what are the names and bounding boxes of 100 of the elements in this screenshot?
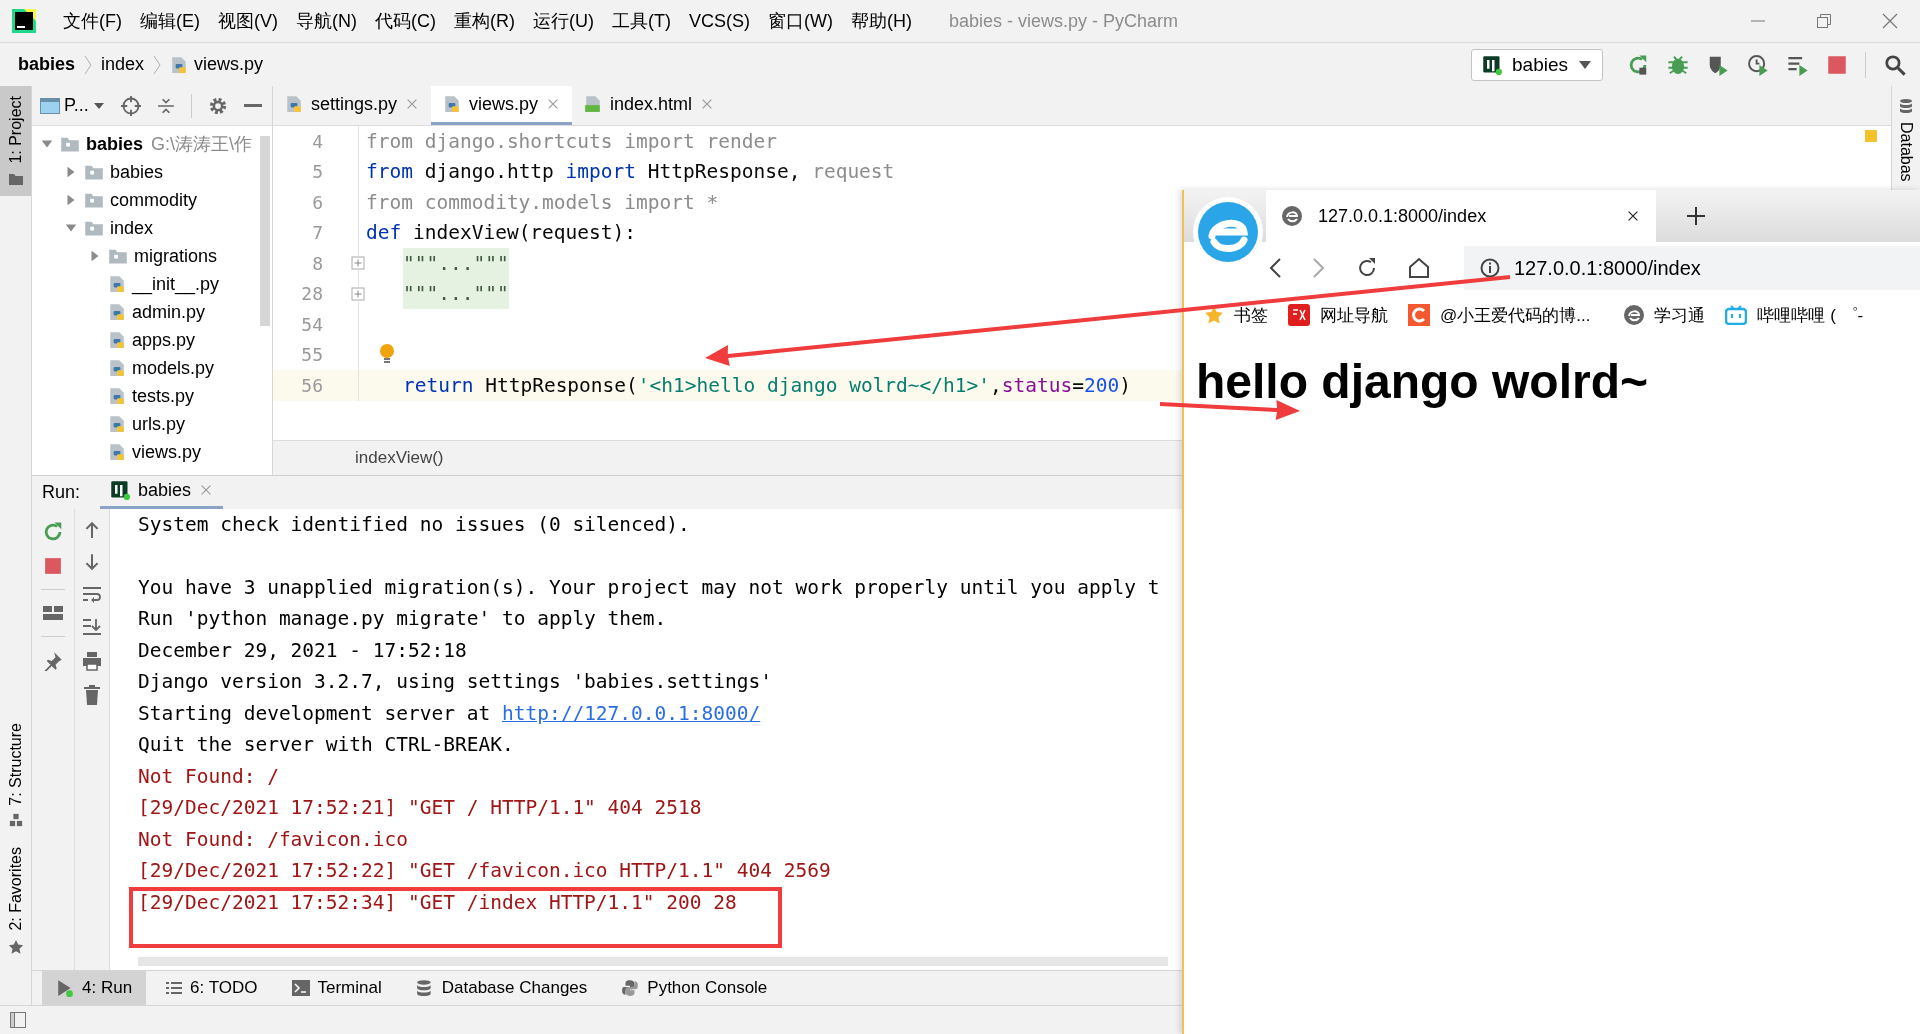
tree-item[interactable]: babies (110, 161, 164, 183)
bookmark[interactable]: 学习通 (1624, 303, 1706, 327)
run-tab[interactable]: babies (100, 479, 224, 509)
search-icon[interactable] (1884, 53, 1906, 76)
site-icon (1624, 305, 1645, 325)
tree-item[interactable]: models.py (132, 357, 215, 379)
tree-item[interactable]: babies (86, 133, 144, 155)
print-icon[interactable] (82, 650, 102, 671)
profile-icon[interactable] (1747, 53, 1769, 76)
console-line: Run 'python manage.py migrate' to apply them. (138, 606, 667, 633)
tree-item[interactable]: commodity (110, 189, 198, 211)
editor-tab[interactable]: views.py (431, 86, 573, 125)
config-icon (110, 480, 131, 501)
rerun-icon[interactable] (42, 520, 64, 543)
hide-icon[interactable] (243, 103, 262, 108)
link[interactable]: http://127.0.0.1:8000/ (501, 701, 761, 725)
editor-tab[interactable]: settings.py (273, 86, 432, 125)
menu-item[interactable]: 工具(T) (603, 9, 680, 33)
up-arrow-icon[interactable] (83, 520, 101, 539)
bookmark[interactable]: 网址导航 (1288, 303, 1388, 327)
menu-item[interactable]: 导航(N) (287, 9, 366, 33)
console-line: [29/Dec/2021 17:52:21] "GET / HTTP/1.1" 404 2518 (138, 795, 702, 822)
menu-item[interactable]: VCS(S) (679, 10, 759, 32)
project-view-dropdown[interactable]: P... (40, 95, 105, 116)
restore-button[interactable] (1816, 13, 1832, 29)
python-file-icon (285, 95, 303, 113)
close-button[interactable] (1882, 13, 1898, 29)
python-file-icon (108, 415, 126, 433)
tool-window-button[interactable]: 6: TODO (152, 971, 272, 1005)
tool-window-tab[interactable]: 2: Favorites (0, 837, 31, 965)
trash-icon[interactable] (83, 684, 101, 705)
close-icon[interactable] (1626, 209, 1640, 223)
address-field[interactable]: 127.0.0.1:8000/index (1464, 246, 1920, 290)
console-line: Not Found: /favicon.ico (138, 826, 409, 853)
tool-window-tab[interactable]: 7: Structure (0, 712, 31, 838)
tree-item[interactable]: migrations (134, 245, 218, 267)
tree-item[interactable]: urls.py (132, 413, 185, 435)
layout-icon[interactable] (43, 603, 63, 622)
tool-window-tab[interactable]: Databas (1897, 98, 1915, 182)
tree-item[interactable]: index (110, 217, 154, 239)
menu-item[interactable]: 运行(U) (524, 9, 603, 33)
breadcrumb-item[interactable]: indexView() (355, 447, 444, 468)
rerun-icon[interactable] (1627, 53, 1649, 76)
editor-tab[interactable]: index.html (572, 86, 727, 125)
breadcrumb-item[interactable]: babies (18, 54, 76, 75)
tree-item[interactable]: admin.py (132, 301, 206, 323)
bookmark[interactable]: 书签 (1204, 303, 1268, 327)
stop-icon[interactable] (1827, 54, 1847, 75)
console-line: Quit the server with CTRL-BREAK. (138, 732, 514, 759)
code-line: return HttpResponse('<h1>hello django wolrd~</h1>',status=200) (402, 373, 1131, 397)
bookmark[interactable]: @小王爱代码的博... (1408, 303, 1591, 327)
menu-item[interactable]: 文件(F) (54, 9, 131, 33)
tool-window-tab[interactable]: 1: Project (0, 86, 31, 196)
menu-item[interactable]: 帮助(H) (841, 9, 921, 33)
app-logo (12, 9, 36, 33)
soft-wrap-icon[interactable] (82, 584, 102, 603)
layout-toggle-icon[interactable] (10, 1012, 26, 1028)
down-arrow-icon[interactable] (83, 552, 101, 571)
tree-item[interactable]: tests.py (132, 385, 195, 407)
browser-tab[interactable]: 127.0.0.1:8000/index (1266, 190, 1656, 242)
python-icon (621, 979, 640, 997)
menu-item[interactable]: 重构(R) (445, 9, 524, 33)
breadcrumb-item[interactable]: index (101, 54, 145, 75)
tool-window-button[interactable]: 4: Run (42, 971, 147, 1005)
locate-icon[interactable] (120, 95, 141, 116)
collapse-all-icon[interactable] (156, 96, 175, 115)
tool-window-button[interactable]: Terminal (277, 971, 396, 1005)
list-icon (166, 981, 183, 995)
page-icon (1282, 206, 1302, 226)
run-icon (56, 979, 74, 997)
console-line: [29/Dec/2021 17:52:34] "GET /index HTTP/1.1" 200 28 (138, 889, 737, 916)
lightbulb-icon[interactable] (379, 343, 395, 366)
stop-icon[interactable] (44, 556, 62, 575)
pin-icon[interactable] (43, 650, 63, 671)
bookmark[interactable]: 哔哩哔哩 ( ゜- (1725, 303, 1864, 327)
python-file-icon (170, 55, 189, 74)
console-line: Django version 3.2.7, using settings 'babies.settings' (138, 669, 772, 696)
debug-icon[interactable] (1667, 53, 1689, 76)
run-configuration-dropdown[interactable]: babies (1471, 48, 1603, 81)
tool-window-button[interactable]: Python Console (607, 971, 782, 1005)
home-icon[interactable] (1408, 257, 1430, 279)
menu-item[interactable]: 窗口(W) (759, 9, 842, 33)
breadcrumb-item[interactable]: views.py (194, 54, 264, 75)
python-file-icon (108, 387, 126, 405)
warning-marker (1865, 130, 1877, 142)
menu-item[interactable]: 视图(V) (209, 9, 287, 33)
tool-window-button[interactable]: Database Changes (401, 971, 602, 1005)
reload-icon[interactable] (1356, 257, 1378, 279)
tree-item[interactable]: apps.py (132, 329, 196, 351)
menu-item[interactable]: 代码(C) (366, 9, 445, 33)
new-tab-icon[interactable] (1686, 206, 1706, 226)
scroll-to-end-icon[interactable] (82, 616, 102, 637)
menu-item[interactable]: 编辑(E) (131, 9, 209, 33)
back-icon[interactable] (1268, 257, 1282, 279)
console-line: December 29, 2021 - 17:52:18 (138, 637, 467, 664)
tree-item[interactable]: views.py (132, 441, 202, 463)
caret-icon (92, 101, 105, 110)
tree-item[interactable]: __init__.py (132, 273, 220, 295)
line-number: 5 (311, 161, 324, 183)
settings-icon[interactable] (207, 95, 228, 116)
